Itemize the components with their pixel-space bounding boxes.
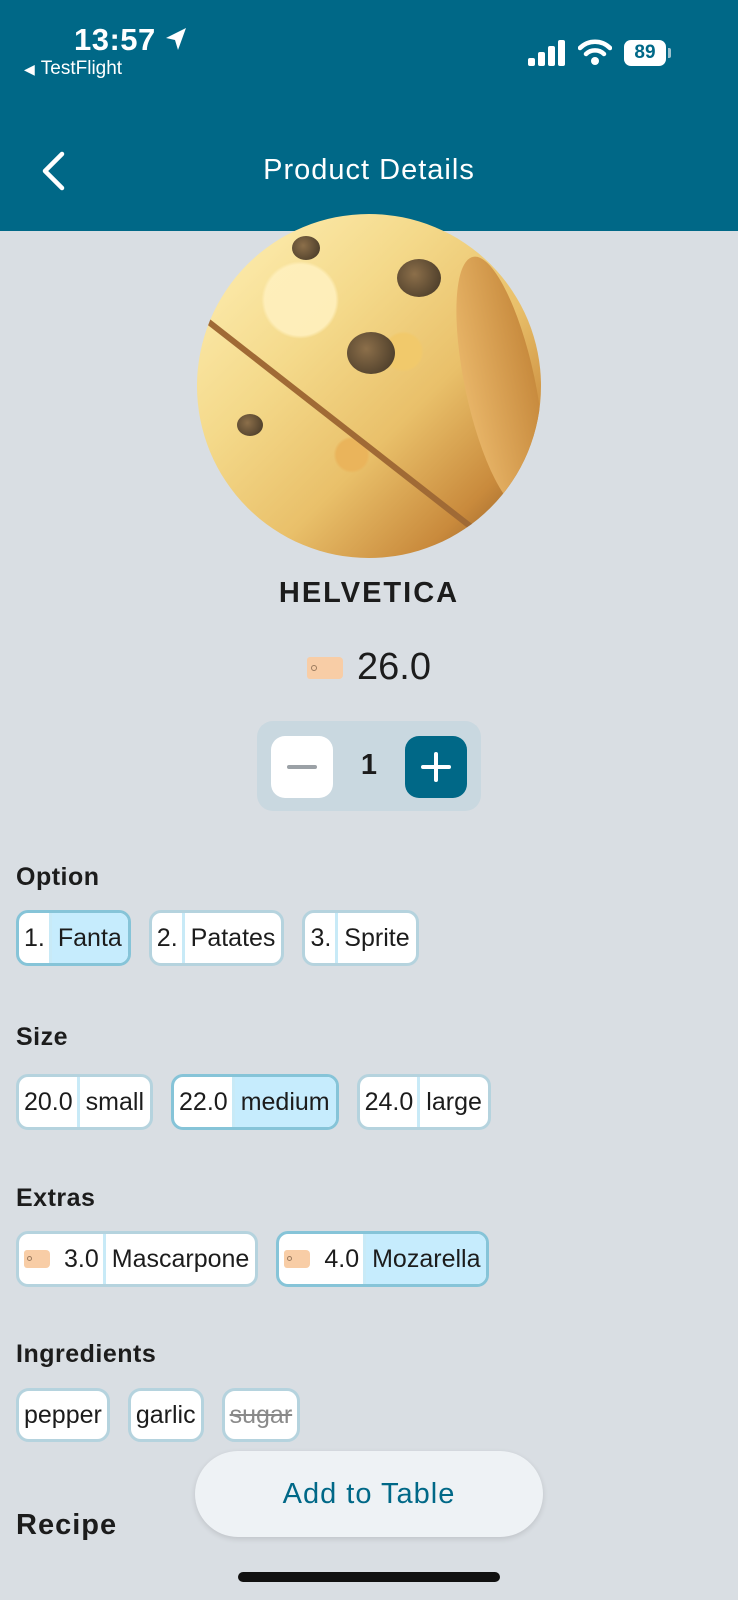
- extra-price-cell: 4.0: [279, 1234, 367, 1284]
- recipe-label: Recipe: [16, 1509, 118, 1541]
- extra-price-cell: 3.0: [19, 1234, 106, 1284]
- wifi-icon: [578, 39, 612, 65]
- add-to-table-button[interactable]: Add to Table: [195, 1451, 543, 1537]
- ingredient-chip-pepper[interactable]: pepper: [16, 1388, 110, 1442]
- option-chip-fanta[interactable]: 1. Fanta: [16, 910, 131, 966]
- size-label: Size: [16, 1023, 69, 1051]
- home-indicator: [238, 1572, 500, 1582]
- increase-quantity-button[interactable]: [405, 736, 467, 798]
- price-tag-icon: [284, 1250, 311, 1268]
- back-triangle-icon: ◀: [24, 61, 35, 77]
- size-name: small: [85, 1087, 145, 1116]
- status-time: 13:57: [74, 22, 156, 57]
- extras-chips: 3.0 Mascarpone 4.0 Mozarella: [16, 1231, 490, 1287]
- option-name: Patates: [190, 923, 276, 952]
- option-index: 3.: [305, 913, 339, 963]
- extra-chip-mascarpone[interactable]: 3.0 Mascarpone: [16, 1231, 259, 1287]
- size-chip-small[interactable]: 20.0 small: [16, 1074, 154, 1130]
- app-header: 13:57 ◀ TestFlight 89 Product Details: [0, 0, 738, 231]
- option-name: Sprite: [344, 923, 410, 952]
- battery-level: 89: [624, 40, 666, 66]
- size-chips: 20.0 small 22.0 medium 24.0 large: [16, 1074, 491, 1130]
- back-to-testflight[interactable]: ◀ TestFlight: [24, 58, 122, 80]
- decrease-quantity-button[interactable]: [271, 736, 333, 798]
- location-arrow-icon: [166, 28, 186, 50]
- option-chips: 1. Fanta 2. Patates 3. Sprite: [16, 910, 419, 966]
- extra-name: Mozarella: [366, 1234, 487, 1284]
- size-price: 22.0: [174, 1077, 235, 1127]
- option-name: Fanta: [51, 913, 128, 963]
- ingredient-chips: pepper garlic sugar: [16, 1388, 301, 1442]
- price-tag-icon: [307, 656, 344, 679]
- product-price: 26.0: [357, 646, 431, 688]
- quantity-value: 1: [360, 749, 378, 781]
- extras-label: Extras: [16, 1184, 96, 1212]
- size-price: 20.0: [19, 1077, 80, 1127]
- extra-price: 3.0: [64, 1244, 99, 1273]
- back-app-label: TestFlight: [40, 58, 123, 79]
- page-title: Product Details: [263, 154, 475, 186]
- size-name: large: [426, 1087, 482, 1116]
- extra-chip-mozarella[interactable]: 4.0 Mozarella: [276, 1231, 490, 1287]
- ingredient-chip-sugar[interactable]: sugar: [221, 1388, 301, 1442]
- option-chip-sprite[interactable]: 3. Sprite: [302, 910, 419, 966]
- size-chip-large[interactable]: 24.0 large: [356, 1074, 491, 1130]
- extra-price: 4.0: [324, 1244, 360, 1273]
- ingredients-label: Ingredients: [16, 1340, 157, 1368]
- extra-name: Mascarpone: [111, 1244, 250, 1273]
- option-index: 1.: [19, 913, 52, 963]
- ingredient-chip-garlic[interactable]: garlic: [127, 1388, 204, 1442]
- product-image: [197, 214, 541, 558]
- option-chip-patates[interactable]: 2. Patates: [148, 910, 285, 966]
- size-price: 24.0: [360, 1077, 421, 1127]
- option-index: 2.: [152, 913, 185, 963]
- price-row: 26.0: [0, 646, 738, 689]
- size-name: medium: [234, 1077, 336, 1127]
- quantity-stepper: 1: [257, 721, 481, 811]
- size-chip-medium[interactable]: 22.0 medium: [171, 1074, 339, 1130]
- battery-icon: 89: [624, 40, 671, 66]
- product-name: HELVETICA: [278, 577, 460, 609]
- option-label: Option: [16, 863, 100, 891]
- price-tag-icon: [24, 1250, 50, 1268]
- cellular-signal-icon: [528, 40, 565, 66]
